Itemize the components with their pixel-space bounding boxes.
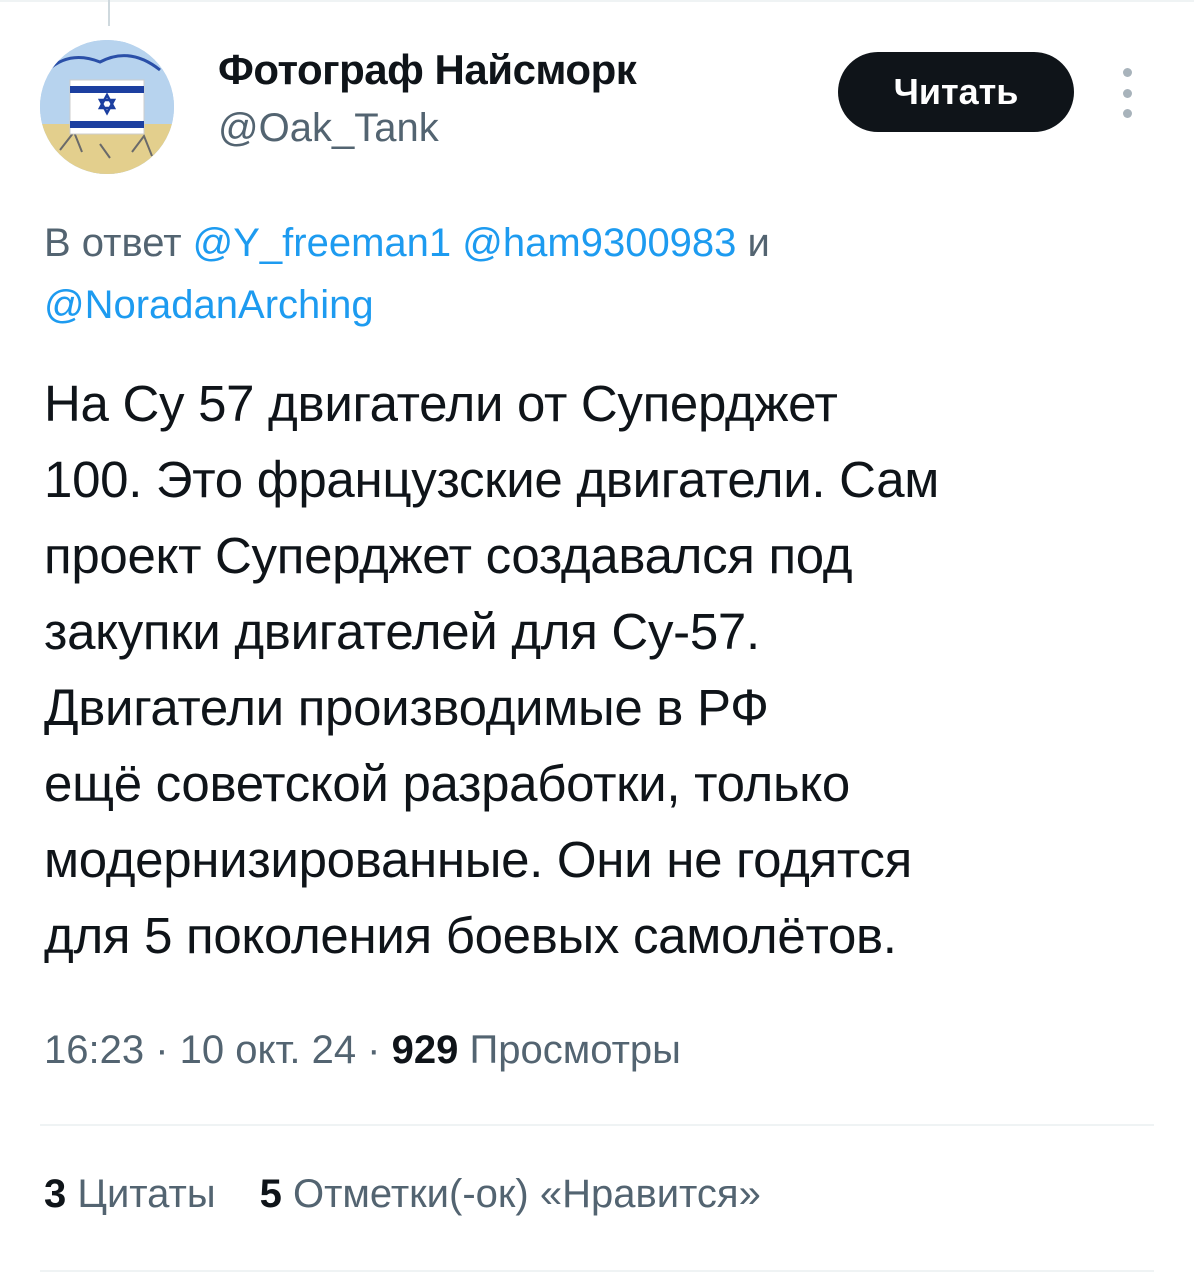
more-dot xyxy=(1122,109,1132,118)
reply-context: В ответ @Y_freeman1 @ham9300983 и @Norad… xyxy=(44,212,1144,336)
likes-label: Отметки(-ок) «Нравится» xyxy=(293,1172,761,1216)
mention-link[interactable]: @ham9300983 xyxy=(462,221,736,265)
tweet-text-line: ещё советской разработки, только xyxy=(44,755,850,812)
reply-conjunction: и xyxy=(736,221,770,265)
more-dot xyxy=(1122,68,1132,77)
tweet-meta: 16:23 · 10 окт. 24 · 929 Просмотры xyxy=(44,1028,681,1073)
tweet-date[interactable]: 10 окт. 24 xyxy=(180,1028,356,1072)
thread-connector-line xyxy=(108,0,110,26)
likes-count: 5 xyxy=(259,1172,282,1216)
tweet-text-line: проект Суперджет создавался под xyxy=(44,527,853,584)
views-label: Просмотры xyxy=(469,1028,681,1072)
tweet-text-line: закупки двигателей для Су-57. xyxy=(44,603,760,660)
tweet-time[interactable]: 16:23 xyxy=(44,1028,144,1072)
meta-separator: · xyxy=(356,1028,392,1072)
tweet-stats: 3 Цитаты 5 Отметки(-ок) «Нравится» xyxy=(44,1172,761,1217)
more-dot xyxy=(1122,88,1132,98)
tweet-text-line: 100. Это французские двигатели. Сам xyxy=(44,451,940,508)
tweet-text-line: Двигатели производимые в РФ xyxy=(44,679,769,736)
quotes-label: Цитаты xyxy=(77,1172,216,1216)
divider xyxy=(40,1270,1154,1272)
tweet-text-line: На Су 57 двигатели от Суперджет xyxy=(44,375,838,432)
quotes-count: 3 xyxy=(44,1172,67,1216)
divider xyxy=(40,1124,1154,1126)
israel-flag-avatar-icon xyxy=(40,40,174,174)
views-count: 929 xyxy=(391,1028,459,1072)
meta-separator: · xyxy=(144,1028,180,1072)
tweet-text-line: для 5 поколения боевых самолётов. xyxy=(44,907,897,964)
top-border xyxy=(0,0,1194,2)
likes-stat[interactable]: 5 Отметки(-ок) «Нравится» xyxy=(260,1172,761,1217)
mention-link[interactable]: @NoradanArching xyxy=(44,283,374,327)
avatar[interactable] xyxy=(40,40,174,174)
reply-prefix: В ответ xyxy=(44,221,193,265)
mention-link[interactable]: @Y_freeman1 xyxy=(193,221,452,265)
follow-button[interactable]: Читать xyxy=(838,52,1074,132)
more-options-icon[interactable] xyxy=(1112,68,1142,118)
tweet-text: На Су 57 двигатели от Суперджет 100. Это… xyxy=(44,366,1154,974)
author-display-name[interactable]: Фотограф Найсморк xyxy=(218,46,637,94)
quotes-stat[interactable]: 3 Цитаты xyxy=(44,1172,216,1217)
tweet-text-line: модернизированные. Они не годятся xyxy=(44,831,912,888)
author-handle[interactable]: @Oak_Tank xyxy=(218,106,439,151)
